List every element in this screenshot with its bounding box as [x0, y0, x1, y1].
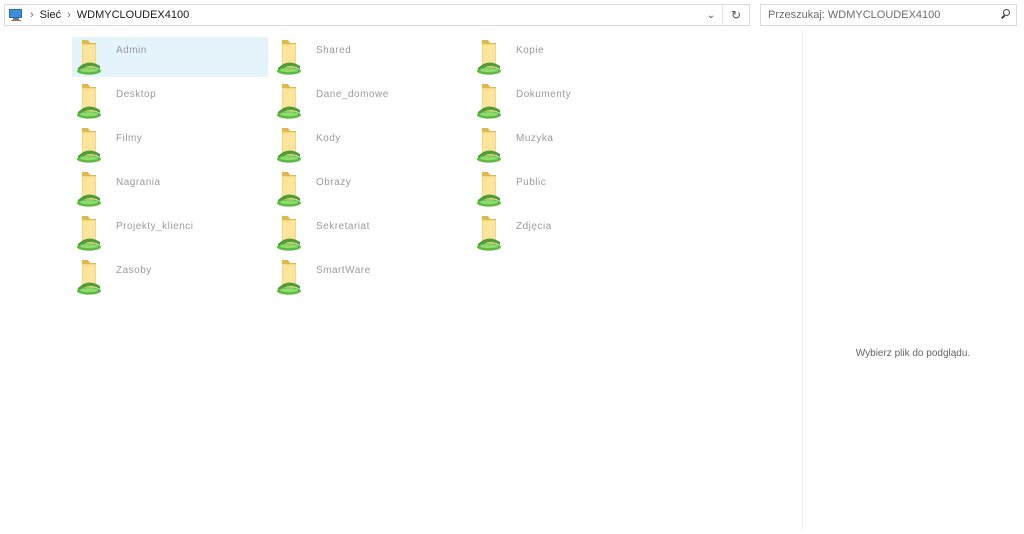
- folder-item[interactable]: Dane_domowe: [272, 81, 468, 121]
- folder-item[interactable]: Filmy: [72, 125, 268, 165]
- shared-folder-icon: [74, 38, 108, 76]
- address-bar[interactable]: › Sieć › WDMYCLOUDEX4100 ⌄ ↻: [4, 4, 750, 26]
- breadcrumb-separator-icon[interactable]: ›: [67, 9, 71, 21]
- shared-folder-icon: [74, 214, 108, 252]
- shared-folder-icon: [274, 126, 308, 164]
- folder-name: Kody: [316, 133, 341, 144]
- shared-folder-icon: [474, 126, 508, 164]
- preview-message: Wybierz plik do podglądu.: [855, 348, 971, 359]
- folder-name: Filmy: [116, 133, 143, 144]
- folder-name: Nagrania: [116, 177, 161, 188]
- shared-folder-icon: [74, 82, 108, 120]
- folder-name: Public: [516, 177, 547, 188]
- shared-folder-icon: [274, 214, 308, 252]
- breadcrumb-item-network[interactable]: Sieć: [40, 9, 61, 21]
- folder-item[interactable]: Nagrania: [72, 169, 268, 209]
- preview-pane: Wybierz plik do podglądu.: [802, 30, 1024, 530]
- search-input[interactable]: [761, 6, 996, 24]
- folder-name: Zdjęcia: [516, 221, 552, 232]
- folder-name: Dokumenty: [516, 89, 572, 100]
- folder-item[interactable]: Zdjęcia: [472, 213, 668, 253]
- folder-name: Muzyka: [516, 133, 554, 144]
- folder-item[interactable]: Kody: [272, 125, 468, 165]
- folder-item[interactable]: Sekretariat: [272, 213, 468, 253]
- folder-item[interactable]: Shared: [272, 37, 468, 77]
- folder-name: Projekty_klienci: [116, 221, 194, 232]
- shared-folder-icon: [274, 170, 308, 208]
- folder-item[interactable]: Desktop: [72, 81, 268, 121]
- folder-item[interactable]: Admin: [72, 37, 268, 77]
- shared-folder-icon: [274, 38, 308, 76]
- folder-item[interactable]: Dokumenty: [472, 81, 668, 121]
- folder-name: Zasoby: [116, 265, 152, 276]
- shared-folder-icon: [474, 170, 508, 208]
- folder-name: Sekretariat: [316, 221, 370, 232]
- shared-folder-icon: [274, 82, 308, 120]
- folder-item[interactable]: SmartWare: [272, 257, 468, 297]
- folder-name: Kopie: [516, 45, 545, 56]
- folder-item[interactable]: Obrazy: [272, 169, 468, 209]
- search-icon[interactable]: [996, 5, 1016, 25]
- folder-name: SmartWare: [316, 265, 371, 276]
- folder-item[interactable]: Kopie: [472, 37, 668, 77]
- address-dropdown-chevron-icon[interactable]: ⌄: [700, 5, 722, 25]
- folder-item[interactable]: Zasoby: [72, 257, 268, 297]
- folder-item[interactable]: Muzyka: [472, 125, 668, 165]
- network-computer-icon: [8, 8, 24, 22]
- shared-folder-icon: [474, 82, 508, 120]
- folder-name: Admin: [116, 45, 147, 56]
- refresh-icon[interactable]: ↻: [722, 5, 749, 25]
- folder-name: Obrazy: [316, 177, 352, 188]
- shared-folder-icon: [74, 170, 108, 208]
- breadcrumb-item-device[interactable]: WDMYCLOUDEX4100: [77, 9, 189, 21]
- shared-folder-icon: [74, 126, 108, 164]
- search-box[interactable]: [760, 4, 1017, 26]
- shared-folder-icon: [474, 214, 508, 252]
- shared-folder-icon: [74, 258, 108, 296]
- folder-name: Dane_domowe: [316, 89, 389, 100]
- shared-folder-icon: [474, 38, 508, 76]
- shared-folder-icon: [274, 258, 308, 296]
- breadcrumb-separator-icon[interactable]: ›: [30, 9, 34, 21]
- folder-name: Shared: [316, 45, 352, 56]
- folder-name: Desktop: [116, 89, 157, 100]
- folder-item[interactable]: Public: [472, 169, 668, 209]
- file-list-view[interactable]: Admin Shared Kopie Desktop Dane_domowe Dokume…: [0, 30, 802, 534]
- folder-item[interactable]: Projekty_klienci: [72, 213, 268, 253]
